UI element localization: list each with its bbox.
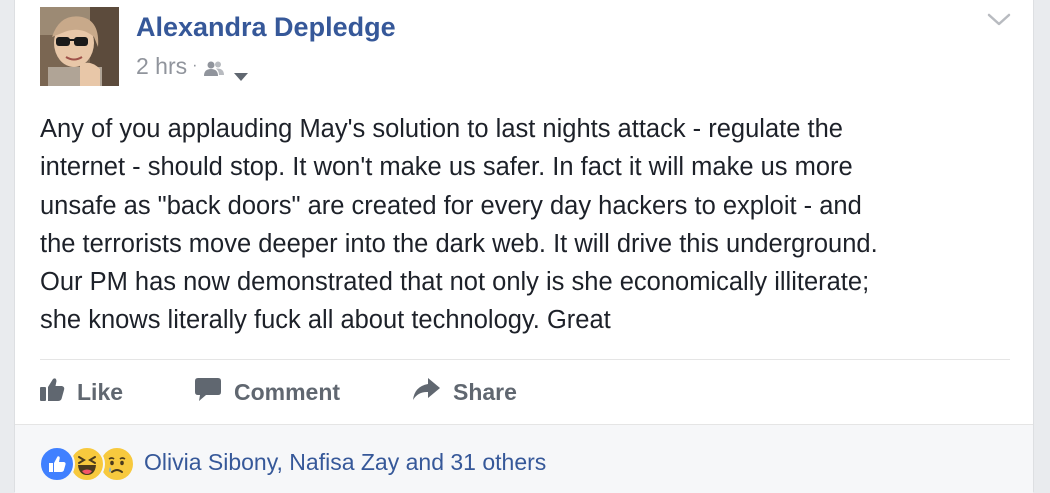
comment-icon bbox=[194, 376, 222, 408]
reaction-icons[interactable] bbox=[39, 446, 139, 482]
avatar-photo bbox=[40, 7, 119, 86]
post-message: Any of you applauding May's solution to … bbox=[40, 110, 1015, 340]
friends-icon bbox=[203, 57, 225, 76]
audience-dropdown-icon[interactable] bbox=[233, 61, 249, 81]
post-meta: 2 hrs · bbox=[136, 52, 249, 81]
post-line: unsafe as "back doors" are created for e… bbox=[40, 191, 862, 220]
post-line: the terrorists move deeper into the dark… bbox=[40, 229, 878, 258]
like-label: Like bbox=[77, 378, 124, 405]
comment-label: Comment bbox=[234, 378, 341, 405]
like-reaction-icon bbox=[39, 446, 75, 482]
share-button[interactable]: Share bbox=[411, 376, 517, 408]
reaction-summary-link[interactable]: Olivia Sibony, Nafisa Zay and 31 others bbox=[144, 449, 546, 476]
post-line: Our PM has now demonstrated that not onl… bbox=[40, 268, 870, 297]
chevron-down-icon[interactable] bbox=[987, 12, 1011, 28]
thumbs-up-icon bbox=[39, 376, 65, 408]
post-timestamp[interactable]: 2 hrs bbox=[136, 53, 187, 80]
author-name-link[interactable]: Alexandra Depledge bbox=[136, 12, 396, 43]
reactions-bar: Olivia Sibony, Nafisa Zay and 31 others bbox=[15, 424, 1033, 493]
like-button[interactable]: Like bbox=[39, 376, 123, 408]
post-card: Alexandra Depledge 2 hrs · Any of you ap… bbox=[14, 0, 1034, 493]
actions-divider bbox=[40, 359, 1010, 360]
share-label: Share bbox=[453, 378, 517, 405]
post-line: Any of you applauding May's solution to … bbox=[40, 115, 843, 143]
meta-separator: · bbox=[192, 57, 198, 74]
post-line: internet - should stop. It won't make us… bbox=[40, 153, 853, 182]
author-avatar[interactable] bbox=[40, 7, 119, 86]
share-arrow-icon bbox=[411, 376, 441, 408]
post-line: she knows literally fuck all about techn… bbox=[40, 306, 611, 335]
comment-button[interactable]: Comment bbox=[194, 376, 340, 408]
